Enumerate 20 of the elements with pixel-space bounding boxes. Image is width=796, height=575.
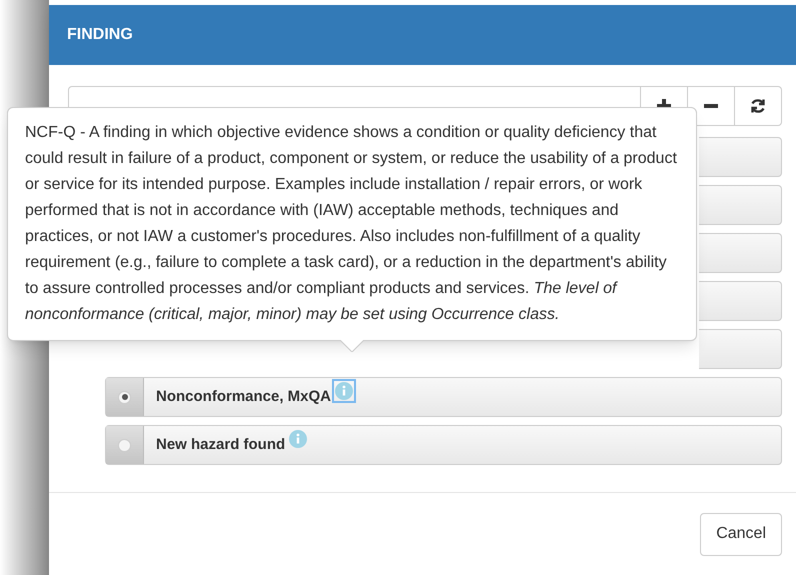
info-icon[interactable] bbox=[288, 429, 308, 449]
option-row[interactable] bbox=[699, 233, 782, 273]
option-row[interactable]: New hazard found bbox=[105, 425, 782, 465]
tooltip-text: NCF-Q - A finding in which objective evidence shows a condition or quality deficiency that could result in failure of a product, component or system, or reduce the usability of a product or service for its intended purpose. Examples include installation / repair errors, or work performed that is not in accordance with (IAW) acceptable methods, techniques and practices, or not IAW a customer's procedures. Also includes non-fulfillment of a quality requirement (e.g., failure to complete a task card), or a reduction in the department's ability to assure controlled processes and/or compliant products and services. The level of nonconformance (critical, major, minor) may be set using Occurrence class. bbox=[25, 123, 677, 325]
info-icon[interactable] bbox=[334, 381, 354, 401]
minus-icon bbox=[704, 104, 718, 108]
option-label: New hazard found bbox=[156, 434, 286, 455]
dialog-title: FINDING bbox=[67, 25, 133, 45]
option-label: Nonconformance, MxQA bbox=[156, 386, 332, 407]
option-row[interactable] bbox=[699, 281, 782, 321]
option-row[interactable] bbox=[699, 329, 782, 369]
option-row[interactable] bbox=[699, 137, 782, 177]
option-row[interactable]: Nonconformance, MxQA bbox=[105, 377, 782, 417]
cancel-button[interactable]: Cancel bbox=[700, 512, 782, 556]
option-row[interactable] bbox=[699, 185, 782, 225]
refresh-icon bbox=[750, 98, 766, 114]
radio-button[interactable] bbox=[118, 438, 131, 452]
radio-button[interactable] bbox=[118, 390, 131, 404]
toolbar-button[interactable] bbox=[735, 86, 782, 126]
toolbar-button[interactable] bbox=[688, 86, 735, 126]
